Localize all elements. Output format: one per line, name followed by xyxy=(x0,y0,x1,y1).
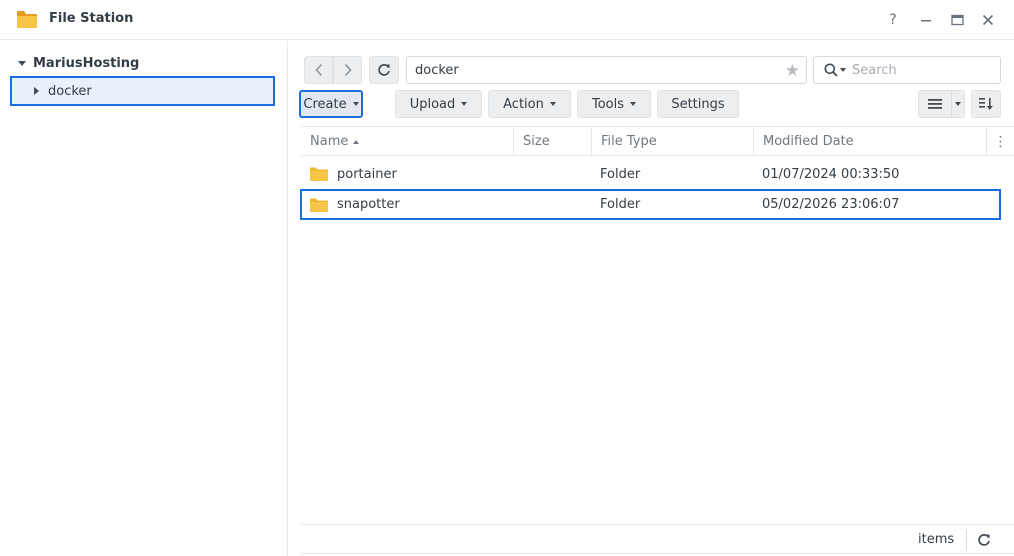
create-button[interactable]: Create xyxy=(299,90,363,118)
dropdown-caret-icon xyxy=(461,102,468,106)
caret-right-icon[interactable] xyxy=(34,87,39,95)
dropdown-caret-icon xyxy=(352,102,359,106)
title-bar: File Station ? xyxy=(0,0,1014,40)
items-count-label: items xyxy=(918,532,955,547)
refresh-icon xyxy=(378,64,390,76)
create-button-label: Create xyxy=(303,96,347,112)
file-name: portainer xyxy=(337,166,397,182)
file-type-cell: Folder xyxy=(600,166,641,182)
upload-button[interactable]: Upload xyxy=(395,90,482,118)
name-cell: portainer xyxy=(310,160,397,188)
table-row[interactable]: portainer Folder 01/07/2024 00:33:50 xyxy=(300,160,1001,188)
divider xyxy=(966,529,967,551)
file-station-app-icon xyxy=(16,8,38,30)
dropdown-caret-icon xyxy=(955,102,961,106)
refresh-button[interactable] xyxy=(369,56,399,84)
column-header-name[interactable]: Name xyxy=(301,127,514,156)
column-header-modified-date[interactable]: Modified Date xyxy=(754,127,987,156)
sort-button[interactable] xyxy=(971,90,1001,118)
name-cell: snapotter xyxy=(310,191,400,218)
search-options-caret-icon[interactable] xyxy=(840,68,846,72)
dropdown-caret-icon xyxy=(549,102,556,106)
column-options-icon[interactable]: ⋮ xyxy=(987,127,1014,156)
search-field[interactable] xyxy=(813,56,1001,84)
action-button-label: Action xyxy=(503,96,544,112)
status-bar: items xyxy=(301,524,1014,554)
settings-button[interactable]: Settings xyxy=(657,90,739,118)
tools-button-label: Tools xyxy=(591,96,625,112)
column-header-file-type[interactable]: File Type xyxy=(592,127,754,156)
upload-button-label: Upload xyxy=(409,96,456,112)
tree-item-docker[interactable]: docker xyxy=(10,76,275,106)
star-icon[interactable]: ★ xyxy=(785,61,800,81)
search-input[interactable] xyxy=(852,62,982,78)
dropdown-caret-icon xyxy=(630,102,637,106)
file-list-header: Name Size File Type Modified Date ⋮ xyxy=(301,126,1014,156)
folder-icon xyxy=(310,167,328,181)
action-button[interactable]: Action xyxy=(488,90,571,118)
help-icon[interactable]: ? xyxy=(883,10,903,30)
maximize-icon[interactable] xyxy=(947,10,967,30)
app-title: File Station xyxy=(49,11,134,26)
sort-icon xyxy=(979,98,993,110)
table-row[interactable]: snapotter Folder 05/02/2026 23:06:07 xyxy=(300,189,1001,220)
caret-down-icon[interactable] xyxy=(18,60,26,66)
search-icon xyxy=(824,63,838,77)
back-button[interactable] xyxy=(304,56,333,84)
column-header-size[interactable]: Size xyxy=(514,127,592,156)
column-header-label: Size xyxy=(523,134,550,149)
modified-date-cell: 05/02/2026 23:06:07 xyxy=(762,197,900,212)
tree-item-label: docker xyxy=(48,83,92,99)
chevron-left-icon xyxy=(314,63,322,77)
modified-date-cell: 01/07/2024 00:33:50 xyxy=(762,166,900,182)
forward-button[interactable] xyxy=(333,56,362,84)
minimize-icon[interactable] xyxy=(916,10,936,30)
column-header-label: File Type xyxy=(601,134,657,149)
tree-root-mariushosting[interactable]: MariusHosting xyxy=(18,54,139,72)
view-mode-button[interactable] xyxy=(918,90,965,118)
tree-root-label: MariusHosting xyxy=(33,55,140,71)
view-mode-dropdown[interactable] xyxy=(952,102,964,106)
refresh-icon[interactable] xyxy=(974,530,994,550)
tools-button[interactable]: Tools xyxy=(577,90,651,118)
list-view-icon[interactable] xyxy=(919,91,951,117)
sort-ascending-icon xyxy=(353,139,360,144)
folder-tree-panel: MariusHosting docker xyxy=(0,41,288,556)
current-path: docker xyxy=(415,62,459,78)
settings-button-label: Settings xyxy=(671,96,725,112)
file-type-cell: Folder xyxy=(600,197,641,212)
column-header-label: Name xyxy=(310,134,349,149)
chevron-right-icon xyxy=(344,63,352,77)
file-name: snapotter xyxy=(337,197,400,212)
column-header-label: Modified Date xyxy=(763,134,854,149)
path-bar[interactable]: docker ★ xyxy=(406,56,807,84)
close-icon[interactable] xyxy=(978,10,998,30)
folder-icon xyxy=(310,198,328,212)
